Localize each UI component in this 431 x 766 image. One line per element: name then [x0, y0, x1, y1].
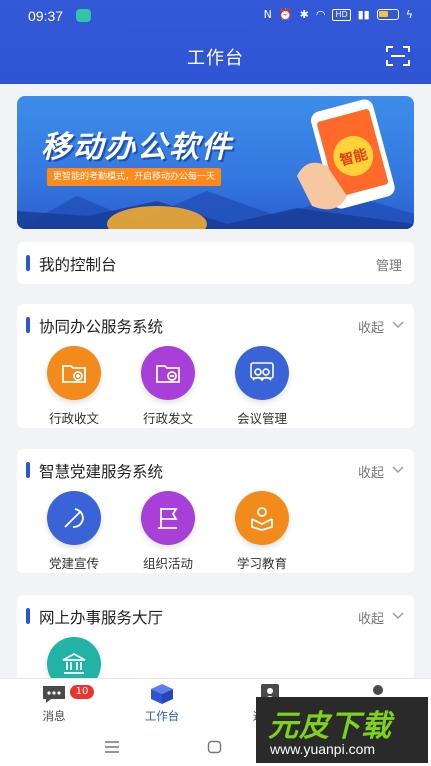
section-title: 网上办事服务大厅	[39, 609, 164, 627]
charging-icon: ϟ	[405, 8, 413, 21]
collapse-button[interactable]: 收起	[358, 608, 384, 627]
hd-icon: HD	[332, 8, 351, 21]
app-org-activity[interactable]: 组织活动	[128, 491, 208, 572]
app-admin-receive[interactable]: 行政收文	[34, 346, 114, 427]
section-collab-office: 协同办公服务系统 收起 行政收文 行政发文 会议管理	[17, 304, 414, 428]
meeting-icon	[235, 346, 289, 400]
wifi-icon: ◠	[315, 8, 326, 21]
study-icon	[235, 491, 289, 545]
section-marker	[26, 255, 30, 271]
alarm-icon: ⏰	[278, 8, 293, 21]
tab-workbench[interactable]: 工作台	[122, 683, 202, 724]
scan-icon[interactable]	[386, 46, 410, 66]
folder-in-icon	[47, 346, 101, 400]
promo-banner[interactable]: 智能 移动办公软件 更智能的考勤模式，开启移动办公每一天	[17, 96, 414, 229]
section-marker	[26, 462, 30, 478]
nfc-icon: N	[263, 8, 272, 21]
section-header: 网上办事服务大厅 收起	[17, 595, 414, 637]
tab-label: 消息	[42, 709, 66, 723]
flag-icon	[141, 491, 195, 545]
banner-tagline: 更智能的考勤模式，开启移动办公每一天	[47, 168, 222, 186]
chevron-down-icon[interactable]	[392, 610, 404, 620]
app-header: 09:37 N ⏰ ✱ ◠ HD ▮▮ ϟ 工作台	[0, 0, 431, 84]
app-label: 会议管理	[236, 411, 287, 426]
console-card[interactable]: 我的控制台 管理	[17, 242, 414, 284]
battery-icon	[376, 9, 399, 20]
app-party-publicity[interactable]: 党建宣传	[34, 491, 114, 572]
folder-out-icon	[141, 346, 195, 400]
home-icon[interactable]	[207, 740, 223, 754]
collapse-button[interactable]: 收起	[358, 317, 384, 336]
app-study-education[interactable]: 学习教育	[222, 491, 302, 572]
console-header: 我的控制台 管理	[17, 242, 414, 284]
section-smart-party: 智慧党建服务系统 收起 党建宣传 组织活动 学习教育	[17, 449, 414, 573]
bluetooth-icon: ✱	[299, 8, 309, 21]
app-label: 学习教育	[236, 556, 287, 571]
workbench-cube-icon	[149, 683, 175, 705]
unread-badge: 10	[70, 685, 94, 699]
app-meeting[interactable]: 会议管理	[222, 346, 302, 427]
app-grid: 党建宣传 组织活动 学习教育	[17, 491, 414, 573]
status-bar: 09:37 N ⏰ ✱ ◠ HD ▮▮ ϟ	[0, 0, 431, 32]
section-title: 智慧党建服务系统	[39, 463, 164, 481]
status-icons: N ⏰ ✱ ◠ HD ▮▮ ϟ	[264, 8, 413, 21]
section-marker	[26, 608, 30, 624]
watermark-brand: 元皮下载	[268, 709, 392, 744]
app-label: 组织活动	[142, 556, 193, 571]
page-title: 工作台	[187, 48, 244, 69]
chat-notification-icon	[76, 9, 91, 22]
watermark-url: www.yuanpi.com	[270, 741, 376, 757]
menu-icon[interactable]	[104, 740, 120, 754]
app-admin-dispatch[interactable]: 行政发文	[128, 346, 208, 427]
section-header: 协同办公服务系统 收起	[17, 304, 414, 346]
collapse-button[interactable]: 收起	[358, 462, 384, 481]
app-grid: 行政收文 行政发文 会议管理	[17, 346, 414, 428]
signal-icon: ▮▮	[357, 8, 370, 21]
chevron-down-icon[interactable]	[392, 464, 404, 474]
banner-title: 移动办公软件	[41, 130, 233, 165]
status-time: 09:37	[28, 8, 64, 24]
app-label: 行政收文	[48, 411, 99, 426]
party-emblem-icon	[47, 491, 101, 545]
app-label: 行政发文	[142, 411, 193, 426]
console-title: 我的控制台	[39, 256, 117, 274]
section-marker	[26, 317, 30, 333]
app-label: 党建宣传	[48, 556, 99, 571]
tab-messages[interactable]: 10 消息	[14, 683, 94, 724]
tab-label: 工作台	[144, 709, 180, 723]
watermark-logo: 元皮下载 www.yuanpi.com	[256, 697, 428, 763]
section-title: 协同办公服务系统	[39, 318, 164, 336]
chevron-down-icon[interactable]	[392, 319, 404, 329]
section-header: 智慧党建服务系统 收起	[17, 449, 414, 491]
manage-button[interactable]: 管理	[376, 255, 402, 274]
message-icon	[41, 683, 67, 705]
